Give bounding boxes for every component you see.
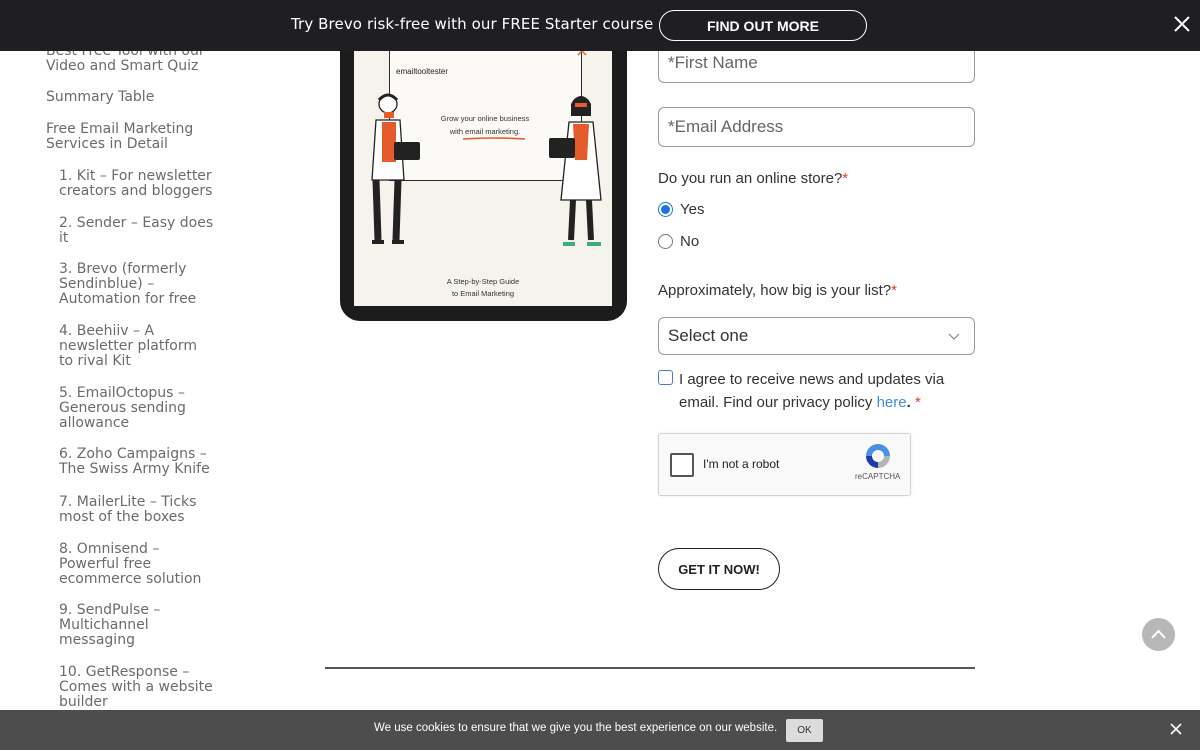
ebook-tagline: Grow your online business with email mar… [430,112,540,138]
ebook-brand: emailtooltester [396,67,449,76]
chevron-up-icon [1151,629,1166,639]
toc-item-sender[interactable]: 2. Sender – Easy does it [59,216,214,246]
cookie-consent-bar: We use cookies to ensure that we give yo… [0,710,1200,750]
radio-yes-label[interactable]: Yes [680,201,704,218]
find-out-more-button[interactable]: FIND OUT MORE [659,10,867,41]
list-size-question-label: Approximately, how big is your list?* [658,282,897,299]
toc-item-sendpulse[interactable]: 9. SendPulse – Multichannel messaging [59,603,214,648]
close-icon[interactable] [1173,15,1191,33]
toc-item-beehiiv[interactable]: 4. Beehiiv – A newsletter platform to ri… [59,324,214,369]
privacy-policy-link[interactable]: here [877,394,907,411]
chevron-down-icon [948,333,960,340]
ebook-subtitle-line1: A Step-by-Step Guide [446,277,520,286]
ebook-subtitle: A Step-by-Step Guide to Email Marketing [420,276,546,300]
recaptcha-widget: I'm not a robot reCAPTCHA [658,433,911,496]
ebook-tagline-line1: Grow your online business [440,114,530,123]
toc-item-summary-table[interactable]: Summary Table [46,90,216,105]
toc-item-getresponse[interactable]: 10. GetResponse – Comes with a website b… [59,665,214,710]
required-mark: * [914,394,921,411]
recaptcha-label: I'm not a robot [703,457,780,471]
toc-item-services-detail[interactable]: Free Email Marketing Services in Detail [46,122,216,152]
consent-text: I agree to receive news and updates via … [679,368,959,414]
cookie-message: We use cookies to ensure that we give yo… [374,722,778,734]
radio-no-label[interactable]: No [680,233,699,250]
scroll-to-top-button[interactable] [1142,618,1175,651]
recaptcha-checkbox[interactable] [670,453,694,477]
get-it-now-button[interactable]: GET IT NOW! [658,548,780,590]
required-mark: * [891,282,897,299]
cookie-close-icon[interactable] [1170,723,1182,735]
recaptcha-logo-icon [866,444,890,468]
ebook-underline-icon [462,137,526,140]
radio-no[interactable] [658,234,673,249]
list-size-select[interactable]: Select one [658,317,975,355]
ebook-person-illustration-icon [371,93,420,244]
ebook-person-illustration-icon-2 [549,96,602,246]
table-of-contents: Best Free Tool with our Video and Smart … [0,0,230,750]
store-question-text: Do you run an online store? [658,170,843,187]
cookie-ok-button[interactable]: OK [786,719,823,742]
radio-yes[interactable] [658,202,673,217]
ebook-subtitle-line2: to Email Marketing [451,289,515,298]
list-size-question-text: Approximately, how big is your list? [658,282,892,299]
toc-item-emailoctopus[interactable]: 5. EmailOctopus – Generous sending allow… [59,386,214,431]
email-field[interactable]: *Email Address [658,107,975,147]
toc-item-kit[interactable]: 1. Kit – For newsletter creators and blo… [59,169,214,199]
consent-checkbox[interactable] [658,370,673,385]
list-size-select-value: Select one [668,326,749,345]
section-divider [325,667,975,669]
consent-period: . [906,394,911,411]
store-question-label: Do you run an online store?* [658,170,848,187]
toc-item-omnisend[interactable]: 8. Omnisend – Powerful free ecommerce so… [59,542,214,587]
promo-banner: Try Brevo risk-free with our FREE Starte… [0,0,1200,51]
promo-text: Try Brevo risk-free with our FREE Starte… [291,15,654,33]
toc-item-mailerlite[interactable]: 7. MailerLite – Ticks most of the boxes [59,495,214,525]
required-mark: * [842,170,849,187]
toc-item-zoho[interactable]: 6. Zoho Campaigns – The Swiss Army Knife [59,447,214,477]
toc-item-brevo[interactable]: 3. Brevo (formerly Sendinblue) – Automat… [59,262,214,307]
recaptcha-brand: reCAPTCHA [855,472,901,481]
